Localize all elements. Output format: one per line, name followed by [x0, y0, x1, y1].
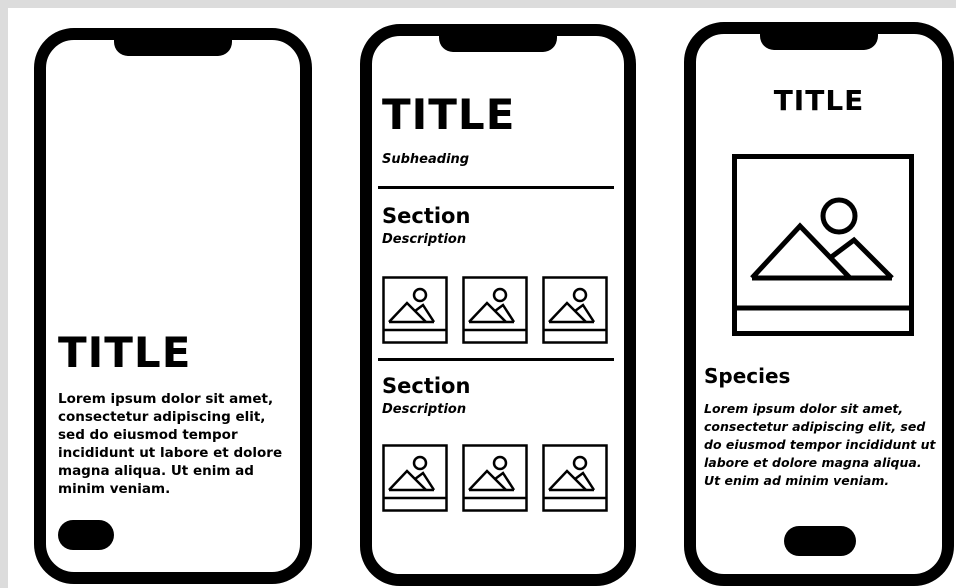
phone-notch	[439, 36, 557, 52]
phone-notch	[114, 40, 232, 56]
phone-mockup-3: TITLE Species Lorem ipsum dolor sit amet…	[684, 22, 954, 586]
phone-mockup-1: TITLE Lorem ipsum dolor sit amet, consec…	[34, 28, 312, 584]
section-1-title: Section	[382, 204, 471, 228]
phone-1-button[interactable]	[58, 520, 114, 550]
phone-3-body-text: Lorem ipsum dolor sit amet, consectetur …	[704, 401, 936, 488]
phone-1-title: TITLE	[58, 328, 192, 377]
image-placeholder-icon[interactable]	[462, 444, 528, 512]
section-2-title: Section	[382, 374, 471, 398]
section-2-description: Description	[382, 402, 467, 417]
image-placeholder-icon[interactable]	[542, 444, 608, 512]
species-heading: Species	[704, 364, 791, 388]
section-1-description: Description	[382, 232, 467, 247]
image-placeholder-icon[interactable]	[382, 276, 448, 344]
phone-2-title: TITLE	[382, 90, 516, 139]
phone-notch	[760, 34, 878, 50]
image-placeholder-icon[interactable]	[542, 276, 608, 344]
image-placeholder-icon[interactable]	[732, 154, 914, 336]
phone-mockup-2: TITLE Subheading Section Description Sec…	[360, 24, 636, 586]
wireframe-canvas: TITLE Lorem ipsum dolor sit amet, consec…	[8, 8, 956, 588]
phone-2-subheading: Subheading	[382, 152, 470, 167]
phone-3-button[interactable]	[784, 526, 856, 556]
divider	[378, 186, 614, 189]
phone-3-title: TITLE	[773, 84, 865, 117]
phone-1-body-text: Lorem ipsum dolor sit amet, consectetur …	[58, 391, 283, 497]
divider	[378, 358, 614, 361]
image-placeholder-icon[interactable]	[382, 444, 448, 512]
image-placeholder-icon[interactable]	[462, 276, 528, 344]
